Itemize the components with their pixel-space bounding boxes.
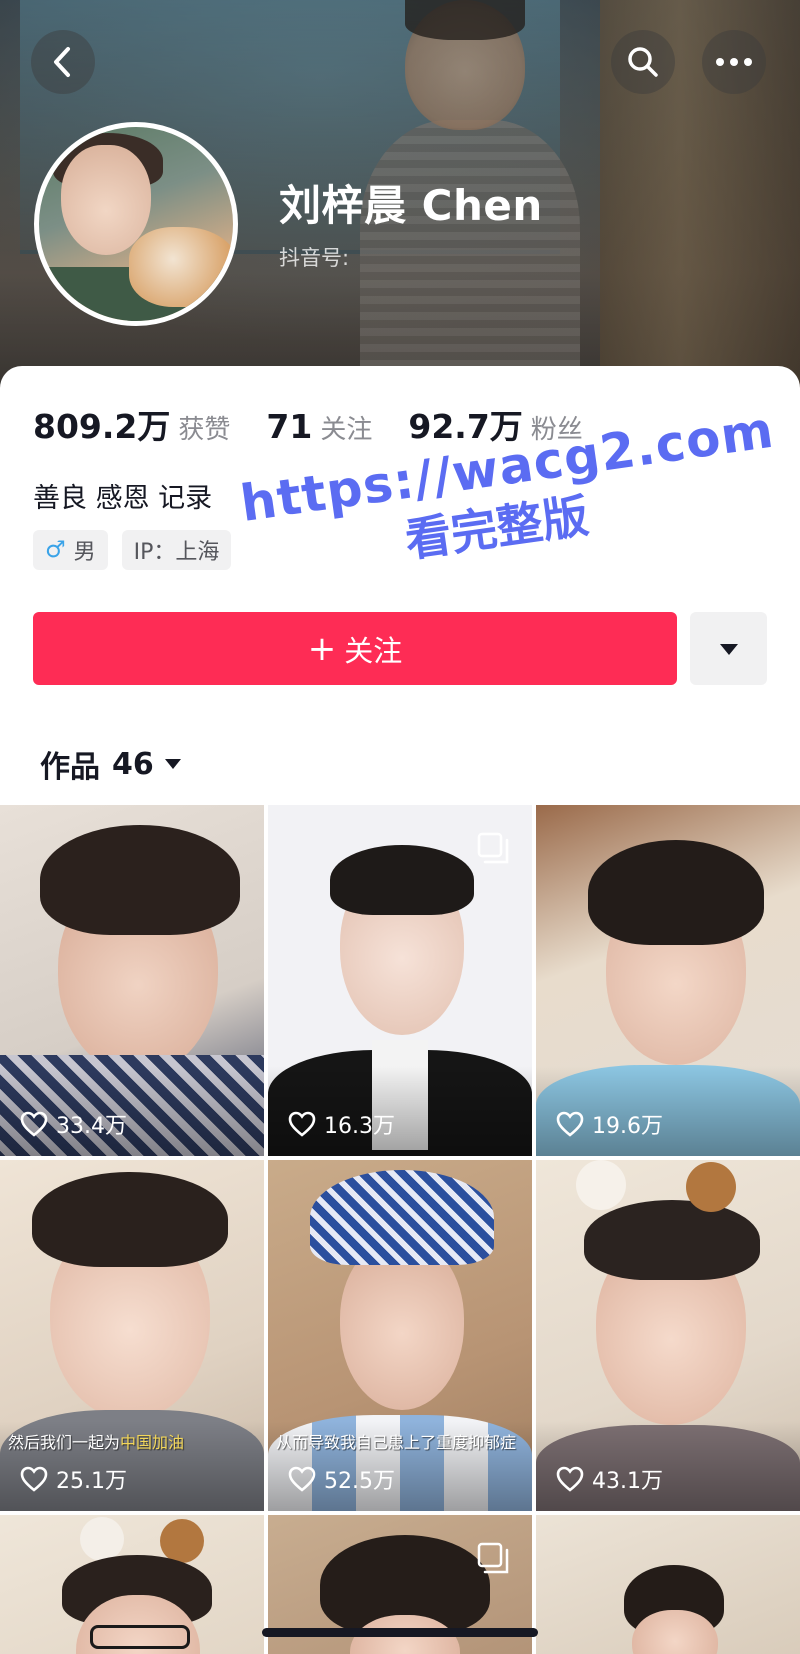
bio-text: 善良 感恩 记录 bbox=[33, 483, 213, 514]
like-count: 16.3万 bbox=[288, 1108, 395, 1140]
video-tile[interactable] bbox=[0, 1515, 264, 1654]
plus-icon: + bbox=[307, 628, 337, 669]
video-tile[interactable]: 19.6万 bbox=[536, 805, 800, 1156]
stat-label: 关注 bbox=[320, 415, 373, 445]
works-label: 作品 bbox=[40, 750, 100, 785]
follow-label: 关注 bbox=[344, 633, 403, 668]
more-options-button[interactable] bbox=[690, 612, 767, 685]
video-tile[interactable] bbox=[536, 1515, 800, 1654]
video-tile[interactable]: 43.1万 bbox=[536, 1160, 800, 1511]
gender-tag: ♂ 男 bbox=[33, 530, 108, 570]
stat-label: 粉丝 bbox=[530, 415, 583, 445]
tab-works[interactable]: 作品 46 bbox=[40, 742, 182, 786]
stat-value: 809.2万 bbox=[33, 407, 171, 446]
heart-icon bbox=[288, 1111, 316, 1137]
like-count: 52.5万 bbox=[288, 1463, 395, 1495]
search-button[interactable] bbox=[611, 30, 675, 94]
like-count: 19.6万 bbox=[556, 1108, 663, 1140]
search-icon bbox=[628, 47, 658, 77]
like-count: 33.4万 bbox=[20, 1108, 127, 1140]
like-count: 25.1万 bbox=[20, 1463, 127, 1495]
follow-button[interactable]: + 关注 bbox=[33, 612, 677, 685]
like-count: 43.1万 bbox=[556, 1463, 663, 1495]
video-tile[interactable]: 33.4万 bbox=[0, 805, 264, 1156]
home-indicator[interactable] bbox=[262, 1628, 538, 1637]
heart-icon bbox=[20, 1466, 48, 1492]
heart-icon bbox=[556, 1466, 584, 1492]
works-count: 46 bbox=[112, 746, 154, 782]
back-button[interactable] bbox=[31, 30, 95, 94]
douyin-id[interactable]: 抖音号: bbox=[279, 242, 349, 272]
more-dots-icon bbox=[716, 58, 752, 66]
gender-label: 男 bbox=[73, 540, 96, 565]
heart-icon bbox=[556, 1111, 584, 1137]
stat-following[interactable]: 71 关注 bbox=[266, 407, 372, 446]
stat-likes[interactable]: 809.2万 获赞 bbox=[33, 400, 230, 448]
male-icon: ♂ bbox=[45, 537, 66, 563]
stat-value: 92.7万 bbox=[408, 407, 523, 446]
tag-row: ♂ 男 IP：上海 bbox=[33, 530, 245, 570]
heart-icon bbox=[20, 1111, 48, 1137]
profile-name: 刘梓晨 Chen bbox=[279, 181, 543, 230]
ip-tag: IP：上海 bbox=[121, 530, 232, 570]
multi-image-icon bbox=[477, 832, 509, 864]
video-tile[interactable]: 然后我们一起为中国加油 25.1万 bbox=[0, 1160, 264, 1511]
stat-label: 获赞 bbox=[178, 415, 231, 445]
stat-value: 71 bbox=[266, 407, 313, 446]
stat-followers[interactable]: 92.7万 粉丝 bbox=[408, 400, 582, 448]
video-tile[interactable]: 从而导致我自己患上了重度抑郁症 52.5万 bbox=[268, 1160, 532, 1511]
caret-down-icon bbox=[164, 759, 181, 769]
ip-label: IP：上海 bbox=[133, 540, 220, 565]
stats-row: 809.2万 获赞 71 关注 92.7万 粉丝 bbox=[33, 400, 619, 446]
video-caption: 然后我们一起为中国加油 bbox=[8, 1433, 185, 1452]
more-button[interactable] bbox=[702, 30, 766, 94]
video-tile[interactable]: 16.3万 bbox=[268, 805, 532, 1156]
avatar[interactable] bbox=[34, 122, 238, 326]
video-caption: 从而导致我自己患上了重度抑郁症 bbox=[276, 1433, 517, 1452]
caret-down-icon bbox=[719, 643, 738, 655]
multi-image-icon bbox=[477, 1542, 509, 1574]
chevron-left-icon bbox=[54, 47, 70, 77]
heart-icon bbox=[288, 1466, 316, 1492]
profile-page: 刘梓晨 Chen 抖音号: 809.2万 获赞 71 关注 92.7万 粉丝 善… bbox=[0, 0, 800, 1654]
